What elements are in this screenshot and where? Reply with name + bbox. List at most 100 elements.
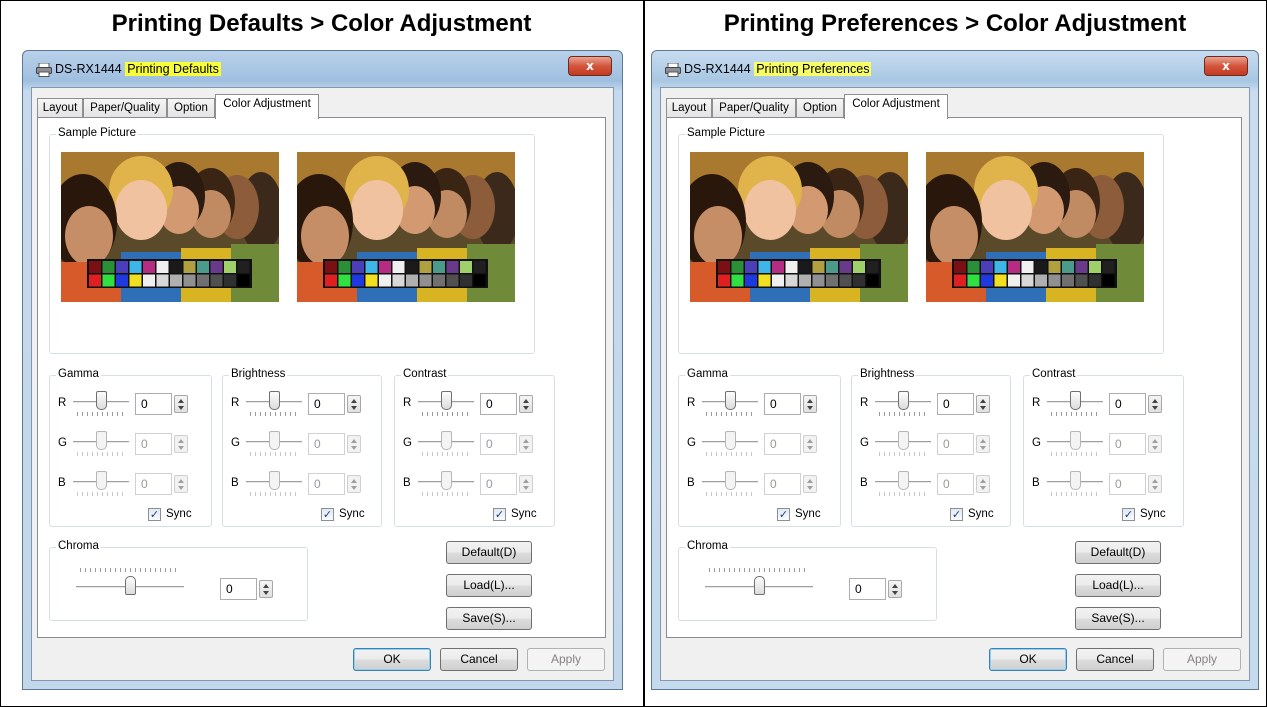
close-button[interactable]: x xyxy=(568,56,612,76)
ok-button[interactable]: OK xyxy=(989,648,1067,671)
gamma-r-spinbox[interactable]: 0 xyxy=(135,393,192,415)
spin-up-icon[interactable] xyxy=(178,399,184,403)
contrast-b-slider[interactable] xyxy=(418,471,474,497)
chroma-slider[interactable] xyxy=(705,564,813,604)
spin-down-icon[interactable] xyxy=(892,591,898,595)
spin-up-icon[interactable] xyxy=(1152,399,1158,403)
spin-up-icon[interactable] xyxy=(1152,439,1158,443)
slider-thumb[interactable] xyxy=(725,391,736,410)
brightness-r-slider[interactable] xyxy=(875,391,931,417)
spin-arrows[interactable] xyxy=(519,475,533,493)
gamma-g-value[interactable]: 0 xyxy=(764,433,801,455)
apply-button[interactable]: Apply xyxy=(527,648,605,671)
slider-thumb[interactable] xyxy=(725,431,736,450)
spin-down-icon[interactable] xyxy=(178,486,184,490)
slider-thumb[interactable] xyxy=(898,471,909,490)
contrast-g-slider[interactable] xyxy=(1047,431,1103,457)
contrast-r-slider[interactable] xyxy=(1047,391,1103,417)
contrast-r-value[interactable]: 0 xyxy=(1109,393,1146,415)
slider-thumb[interactable] xyxy=(269,431,280,450)
gamma-b-spinbox[interactable]: 0 xyxy=(135,473,192,495)
spin-down-icon[interactable] xyxy=(351,446,357,450)
contrast-g-value[interactable]: 0 xyxy=(480,433,517,455)
chroma-slider-thumb[interactable] xyxy=(125,576,136,595)
spin-arrows[interactable] xyxy=(1148,395,1162,413)
spin-arrows[interactable] xyxy=(803,475,817,493)
slider-thumb[interactable] xyxy=(1070,471,1081,490)
spin-up-icon[interactable] xyxy=(807,479,813,483)
spin-down-icon[interactable] xyxy=(1152,446,1158,450)
slider-thumb[interactable] xyxy=(96,391,107,410)
gamma-g-spinbox[interactable]: 0 xyxy=(135,433,192,455)
gamma-b-slider[interactable] xyxy=(73,471,129,497)
slider-thumb[interactable] xyxy=(269,391,280,410)
contrast-g-value[interactable]: 0 xyxy=(1109,433,1146,455)
title-bar[interactable]: DS-RX1444 Printing Preferences x xyxy=(652,51,1258,87)
spin-arrows[interactable] xyxy=(347,395,361,413)
spin-up-icon[interactable] xyxy=(178,439,184,443)
spin-down-icon[interactable] xyxy=(523,446,529,450)
tab-layout[interactable]: Layout xyxy=(666,98,712,118)
spin-arrows[interactable] xyxy=(976,395,990,413)
contrast-sync-checkbox[interactable]: ✓ xyxy=(1122,508,1135,521)
spin-up-icon[interactable] xyxy=(980,479,986,483)
spin-down-icon[interactable] xyxy=(178,446,184,450)
gamma-g-slider[interactable] xyxy=(702,431,758,457)
contrast-b-slider[interactable] xyxy=(1047,471,1103,497)
contrast-r-spinbox[interactable]: 0 xyxy=(1109,393,1166,415)
slider-thumb[interactable] xyxy=(725,471,736,490)
spin-arrows[interactable] xyxy=(803,435,817,453)
chroma-value-field[interactable]: 0 xyxy=(849,578,886,600)
spin-arrows[interactable] xyxy=(347,475,361,493)
spin-down-icon[interactable] xyxy=(980,446,986,450)
chroma-spinbox[interactable]: 0 xyxy=(849,578,906,600)
spin-arrows[interactable] xyxy=(174,395,188,413)
ok-button[interactable]: OK xyxy=(353,648,431,671)
spin-down-icon[interactable] xyxy=(351,486,357,490)
spin-down-icon[interactable] xyxy=(807,486,813,490)
contrast-r-slider[interactable] xyxy=(418,391,474,417)
brightness-g-spinbox[interactable]: 0 xyxy=(937,433,994,455)
gamma-r-value[interactable]: 0 xyxy=(764,393,801,415)
slider-thumb[interactable] xyxy=(1070,431,1081,450)
gamma-r-slider[interactable] xyxy=(702,391,758,417)
brightness-b-slider[interactable] xyxy=(246,471,302,497)
chroma-spin-arrows[interactable] xyxy=(259,580,273,598)
brightness-r-value[interactable]: 0 xyxy=(308,393,345,415)
brightness-g-slider[interactable] xyxy=(875,431,931,457)
slider-thumb[interactable] xyxy=(269,471,280,490)
slider-thumb[interactable] xyxy=(96,431,107,450)
tab-paper-quality[interactable]: Paper/Quality xyxy=(83,98,167,118)
spin-down-icon[interactable] xyxy=(1152,406,1158,410)
tab-color-adjustment[interactable]: Color Adjustment xyxy=(215,94,319,119)
cancel-button[interactable]: Cancel xyxy=(1076,648,1154,671)
spin-up-icon[interactable] xyxy=(351,399,357,403)
gamma-g-value[interactable]: 0 xyxy=(135,433,172,455)
contrast-b-spinbox[interactable]: 0 xyxy=(480,473,537,495)
slider-thumb[interactable] xyxy=(441,431,452,450)
spin-up-icon[interactable] xyxy=(980,439,986,443)
title-bar[interactable]: DS-RX1444 Printing Defaults x xyxy=(23,51,622,87)
spin-arrows[interactable] xyxy=(976,475,990,493)
slider-thumb[interactable] xyxy=(96,471,107,490)
spin-arrows[interactable] xyxy=(347,435,361,453)
chroma-slider-thumb[interactable] xyxy=(754,576,765,595)
spin-up-icon[interactable] xyxy=(351,479,357,483)
brightness-b-slider[interactable] xyxy=(875,471,931,497)
contrast-g-spinbox[interactable]: 0 xyxy=(480,433,537,455)
spin-up-icon[interactable] xyxy=(351,439,357,443)
brightness-b-value[interactable]: 0 xyxy=(308,473,345,495)
contrast-sync-checkbox[interactable]: ✓ xyxy=(493,508,506,521)
spin-up-icon[interactable] xyxy=(980,399,986,403)
spin-down-icon[interactable] xyxy=(807,406,813,410)
tab-paper-quality[interactable]: Paper/Quality xyxy=(712,98,796,118)
gamma-b-value[interactable]: 0 xyxy=(135,473,172,495)
contrast-r-spinbox[interactable]: 0 xyxy=(480,393,537,415)
slider-thumb[interactable] xyxy=(441,471,452,490)
gamma-sync-checkbox[interactable]: ✓ xyxy=(777,508,790,521)
brightness-g-slider[interactable] xyxy=(246,431,302,457)
brightness-r-slider[interactable] xyxy=(246,391,302,417)
gamma-b-slider[interactable] xyxy=(702,471,758,497)
contrast-g-slider[interactable] xyxy=(418,431,474,457)
tab-option[interactable]: Option xyxy=(167,98,215,118)
